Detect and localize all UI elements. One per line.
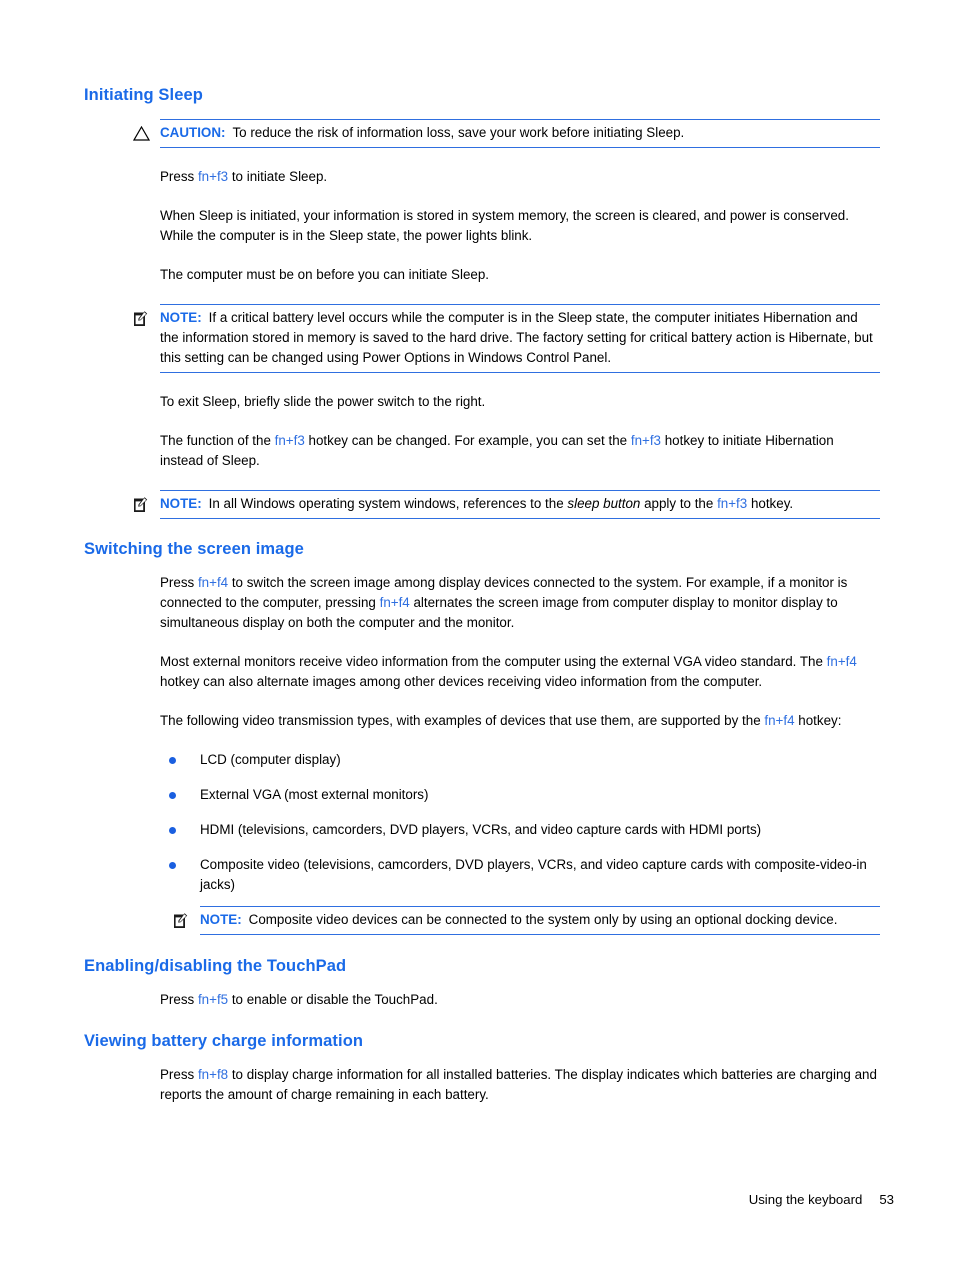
note-label: NOTE: bbox=[160, 310, 202, 325]
note-memo-icon bbox=[133, 495, 155, 515]
list-item: LCD (computer display) bbox=[160, 750, 880, 770]
page-content: Initiating Sleep CAUTION: To reduce the r… bbox=[84, 86, 880, 1124]
footer-page-number: 53 bbox=[879, 1192, 894, 1207]
footer-chapter-title: Using the keyboard bbox=[748, 1192, 863, 1207]
warning-triangle-icon bbox=[133, 124, 155, 144]
bullet-dot-icon bbox=[169, 757, 176, 764]
list-item-label: HDMI (televisions, camcorders, DVD playe… bbox=[200, 822, 762, 837]
hotkey-fn-f8: fn+f8 bbox=[197, 1067, 229, 1082]
section-body-enabling-disabling-touchpad: Press fn+f5 to enable or disable the Tou… bbox=[160, 990, 880, 1010]
note-body-b: apply to the bbox=[640, 496, 718, 511]
caution-text-line: CAUTION: To reduce the risk of informatio… bbox=[160, 123, 880, 143]
list-item: HDMI (televisions, camcorders, DVD playe… bbox=[160, 820, 880, 840]
paragraph-computer-must-be-on: The computer must be on before you can i… bbox=[160, 267, 490, 282]
paragraph-transmission-types-a: The following video transmission types, … bbox=[160, 713, 765, 728]
note-rule-box-critical-battery: NOTE: If a critical battery level occurs … bbox=[160, 304, 880, 373]
section-initiating-sleep: Initiating Sleep CAUTION: To reduce the r… bbox=[84, 86, 880, 519]
hotkey-fn-f4-c: fn+f4 bbox=[826, 654, 857, 669]
caution-rule-box: CAUTION: To reduce the risk of informatio… bbox=[160, 119, 880, 148]
hotkey-fn-f3-c: fn+f3 bbox=[630, 433, 661, 448]
paragraph-transmission-types: The following video transmission types, … bbox=[160, 711, 880, 731]
note-label: NOTE: bbox=[160, 496, 202, 511]
note-memo-icon bbox=[173, 911, 195, 931]
note-text-composite-video: NOTE: Composite video devices can be conn… bbox=[200, 910, 880, 930]
page-title-initiating-sleep: Initiating Sleep bbox=[84, 86, 203, 104]
hotkey-fn-f3: fn+f3 bbox=[197, 169, 229, 184]
list-item: Composite video (televisions, camcorders… bbox=[160, 855, 880, 895]
note-memo-icon bbox=[133, 309, 155, 329]
list-item: External VGA (most external monitors) bbox=[160, 785, 880, 805]
section-enabling-disabling-touchpad: Enabling/disabling the TouchPad Press fn… bbox=[84, 957, 880, 1010]
note-body-c: hotkey. bbox=[747, 496, 794, 511]
page-title-switching-screen-image: Switching the screen image bbox=[84, 540, 304, 558]
paragraph-switch-screen-a: Press bbox=[160, 575, 198, 590]
paragraph-external-monitors: Most external monitors receive video inf… bbox=[160, 652, 880, 692]
bullet-dot-icon bbox=[169, 862, 176, 869]
paragraph-switch-screen: Press fn+f4 to switch the screen image a… bbox=[160, 573, 880, 633]
paragraph-press-fnf3-pre: Press bbox=[160, 169, 198, 184]
paragraph-external-monitors-b: hotkey can also alternate images among o… bbox=[160, 674, 763, 689]
section-viewing-battery-charge: Viewing battery charge information Press… bbox=[84, 1032, 880, 1105]
note-rule-box-composite-video: NOTE: Composite video devices can be conn… bbox=[200, 906, 880, 935]
bullet-dot-icon bbox=[169, 827, 176, 834]
note-label: NOTE: bbox=[200, 912, 242, 927]
paragraph-exit-sleep: To exit Sleep, briefly slide the power s… bbox=[160, 394, 486, 409]
section-body-initiating-sleep: CAUTION: To reduce the risk of informatio… bbox=[133, 119, 880, 519]
hotkey-fn-f4-a: fn+f4 bbox=[197, 575, 229, 590]
paragraph-press-fnf3: Press fn+f3 to initiate Sleep. bbox=[160, 167, 880, 187]
note-body-a: In all Windows operating system windows,… bbox=[208, 496, 568, 511]
paragraph-touchpad-b: to enable or disable the TouchPad. bbox=[228, 992, 438, 1007]
paragraph-touchpad-a: Press bbox=[160, 992, 198, 1007]
caution-body: To reduce the risk of information loss, … bbox=[232, 125, 685, 140]
list-item-label: Composite video (televisions, camcorders… bbox=[200, 857, 867, 892]
note-body: If a critical battery level occurs while… bbox=[160, 310, 873, 365]
note-body: Composite video devices can be connected… bbox=[248, 912, 838, 927]
caution-block: CAUTION: To reduce the risk of informatio… bbox=[133, 119, 880, 148]
hotkey-fn-f3-b: fn+f3 bbox=[274, 433, 305, 448]
caution-label: CAUTION: bbox=[160, 125, 226, 140]
video-transmission-type-list: LCD (computer display) External VGA (mos… bbox=[160, 750, 880, 895]
list-item-label: LCD (computer display) bbox=[200, 752, 341, 767]
note-block-critical-battery: NOTE: If a critical battery level occurs … bbox=[134, 304, 880, 373]
hotkey-fn-f4-d: fn+f4 bbox=[764, 713, 795, 728]
paragraph-sleep-behavior: When Sleep is initiated, your informatio… bbox=[160, 208, 849, 243]
note-block-sleep-button: NOTE: In all Windows operating system win… bbox=[134, 490, 880, 519]
paragraph-hotkey-function: The function of the fn+f3 hotkey can be … bbox=[160, 431, 880, 471]
section-body-viewing-battery-charge: Press fn+f8 to display charge informatio… bbox=[160, 1065, 880, 1105]
list-item-label: External VGA (most external monitors) bbox=[200, 787, 429, 802]
hotkey-fn-f5: fn+f5 bbox=[197, 992, 229, 1007]
paragraph-battery-charge-b: to display charge information for all in… bbox=[160, 1067, 877, 1102]
note-rule-box-sleep-button: NOTE: In all Windows operating system win… bbox=[160, 490, 880, 519]
bullet-dot-icon bbox=[169, 792, 176, 799]
section-switching-screen-image: Switching the screen image Press fn+f4 t… bbox=[84, 540, 880, 935]
paragraph-battery-charge-a: Press bbox=[160, 1067, 198, 1082]
hotkey-fn-f4-b: fn+f4 bbox=[379, 595, 410, 610]
note-emphasis-sleep-button: sleep button bbox=[567, 496, 641, 511]
note-text-critical-battery: NOTE: If a critical battery level occurs … bbox=[160, 308, 880, 368]
hotkey-fn-f3-d: fn+f3 bbox=[717, 496, 748, 511]
paragraph-hotkey-function-b: hotkey can be changed. For example, you … bbox=[304, 433, 631, 448]
note-block-composite-video: NOTE: Composite video devices can be conn… bbox=[174, 906, 880, 935]
paragraph-touchpad: Press fn+f5 to enable or disable the Tou… bbox=[160, 990, 880, 1010]
paragraph-press-fnf3-post: to initiate Sleep. bbox=[228, 169, 328, 184]
paragraph-external-monitors-a: Most external monitors receive video inf… bbox=[160, 654, 827, 669]
page-title-viewing-battery-charge: Viewing battery charge information bbox=[84, 1032, 364, 1050]
paragraph-battery-charge: Press fn+f8 to display charge informatio… bbox=[160, 1065, 880, 1105]
page-title-enabling-disabling-touchpad: Enabling/disabling the TouchPad bbox=[84, 957, 347, 975]
section-body-switching-screen-image: Press fn+f4 to switch the screen image a… bbox=[160, 573, 880, 935]
page-footer: Using the keyboard 53 bbox=[84, 1192, 894, 1207]
paragraph-hotkey-function-a: The function of the bbox=[160, 433, 275, 448]
note-text-sleep-button: NOTE: In all Windows operating system win… bbox=[160, 494, 880, 514]
document-page: Initiating Sleep CAUTION: To reduce the r… bbox=[0, 0, 954, 1270]
paragraph-transmission-types-b: hotkey: bbox=[794, 713, 842, 728]
